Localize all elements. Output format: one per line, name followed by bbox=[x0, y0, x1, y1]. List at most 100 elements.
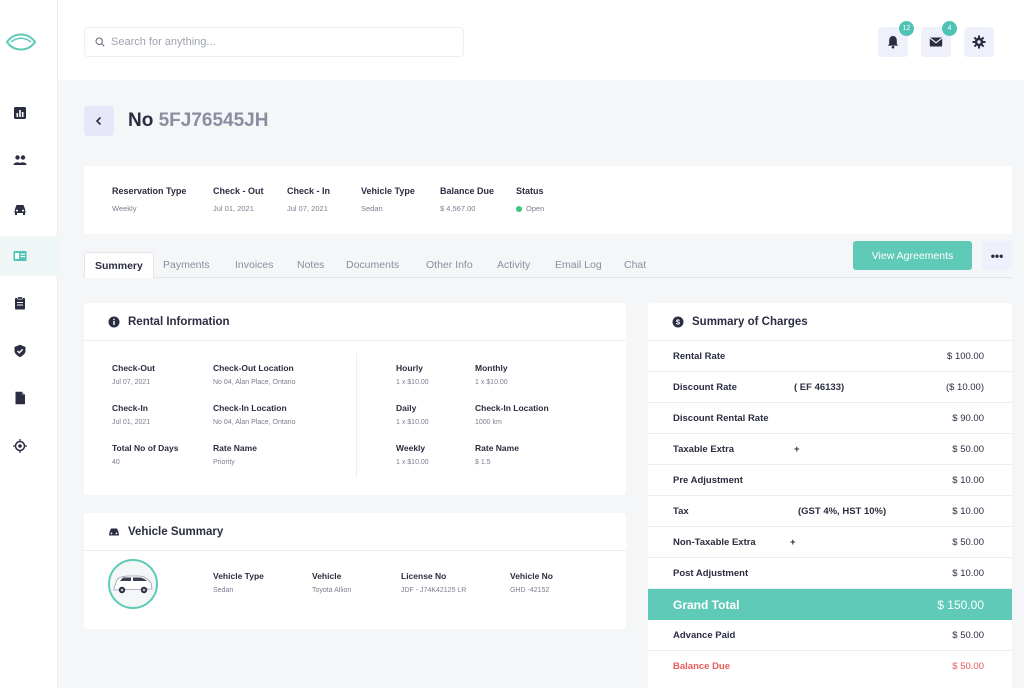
tab-summery[interactable]: Summery bbox=[84, 252, 154, 278]
tab-email-log[interactable]: Email Log bbox=[545, 252, 612, 278]
field-value: 1 x $10.00 bbox=[396, 379, 429, 386]
rental-field: Rate Name Priority bbox=[213, 443, 257, 466]
status-dot-icon bbox=[516, 205, 522, 212]
rental-field: Check-In Jul 01, 2021 bbox=[112, 403, 150, 426]
vehicle-image bbox=[113, 575, 153, 594]
field-value: 40 bbox=[112, 459, 120, 466]
nav-dashboard[interactable] bbox=[0, 93, 58, 133]
title-prefix: No bbox=[128, 110, 154, 131]
charge-amount: $ 90.00 bbox=[952, 412, 984, 424]
search-box[interactable] bbox=[84, 27, 464, 57]
field-value: No 04, Alan Place, Ontario bbox=[213, 379, 296, 386]
field-label: Vehicle bbox=[312, 571, 342, 581]
info-value: Jul 07, 2021 bbox=[287, 204, 328, 213]
tab-activity[interactable]: Activity bbox=[487, 252, 540, 278]
clipboard-icon bbox=[15, 296, 25, 310]
rental-field: Daily 1 x $10.00 bbox=[396, 403, 429, 426]
charge-label: Non-Taxable Extra bbox=[673, 536, 756, 548]
view-agreements-button[interactable]: View Agreements bbox=[853, 241, 972, 270]
field-value: GHD -42152 bbox=[510, 587, 550, 594]
mail-icon bbox=[929, 37, 943, 47]
charge-label: Tax bbox=[673, 505, 689, 517]
rental-field: Check-In Location No 04, Alan Place, Onta… bbox=[213, 403, 296, 426]
charge-amount: $ 100.00 bbox=[947, 350, 984, 362]
settings-button[interactable] bbox=[964, 27, 994, 57]
charge-row-advance-paid: Advance Paid $ 50.00 bbox=[648, 620, 1012, 651]
more-options-button[interactable]: ••• bbox=[982, 241, 1012, 270]
vehicle-field: Vehicle No GHD -42152 bbox=[510, 571, 553, 594]
tab-invoices[interactable]: Invoices bbox=[225, 252, 284, 278]
nav-insurance[interactable] bbox=[0, 331, 58, 371]
info-status: Status Open bbox=[516, 186, 544, 213]
shield-check-icon bbox=[14, 344, 26, 358]
charge-label: Rental Rate bbox=[673, 350, 726, 362]
notifications-button[interactable]: 12 bbox=[878, 21, 914, 57]
sidebar bbox=[0, 0, 58, 688]
field-label: Weekly bbox=[396, 443, 426, 453]
field-label: License No bbox=[401, 571, 447, 581]
info-value: Jul 01, 2021 bbox=[213, 204, 254, 213]
charge-label: Discount Rate bbox=[673, 381, 737, 393]
nav-vehicles[interactable] bbox=[0, 189, 58, 229]
nav-locations[interactable] bbox=[0, 426, 58, 466]
field-value: Toyota Allion bbox=[312, 587, 352, 594]
field-label: Hourly bbox=[396, 363, 423, 373]
info-check-in: Check - In Jul 07, 2021 bbox=[287, 186, 330, 213]
charge-note: (GST 4%, HST 10%) bbox=[798, 505, 887, 517]
tab-payments[interactable]: Payments bbox=[153, 252, 220, 278]
info-value: $ 4,567.00 bbox=[440, 204, 476, 213]
search-icon bbox=[95, 37, 105, 47]
notifications-count-badge: 12 bbox=[899, 21, 914, 36]
charges-header: $ Summary of Charges bbox=[648, 303, 1012, 341]
vehicle-summary-card: Vehicle Summary Vehicle Type Sedan Vehicl… bbox=[84, 513, 626, 629]
tab-chat[interactable]: Chat bbox=[614, 252, 656, 278]
target-icon bbox=[13, 439, 27, 453]
messages-count-badge: 4 bbox=[942, 21, 957, 36]
nav-customers[interactable] bbox=[0, 140, 58, 180]
charge-label: Pre Adjustment bbox=[673, 474, 743, 486]
charge-label: Grand Total bbox=[673, 597, 740, 612]
field-label: Rate Name bbox=[475, 443, 519, 453]
charge-row-balance-due: Balance Due $ 50.00 bbox=[648, 651, 1012, 682]
charge-row-discount-rate: Discount Rate ( EF 46133) ($ 10.00) bbox=[648, 372, 1012, 403]
dollar-icon: $ bbox=[672, 316, 684, 327]
nav-documents[interactable] bbox=[0, 378, 58, 418]
charge-amount: $ 150.00 bbox=[937, 597, 984, 612]
field-value: Jul 07, 2021 bbox=[112, 379, 151, 386]
charge-row-pre-adjustment: Pre Adjustment $ 10.00 bbox=[648, 465, 1012, 496]
charge-row-grand-total: Grand Total $ 150.00 bbox=[648, 589, 1012, 620]
users-icon bbox=[13, 155, 27, 165]
field-value: 1 x $10.00 bbox=[396, 459, 429, 466]
tab-other-info[interactable]: Other Info bbox=[416, 252, 483, 278]
rental-information-header: Rental Information bbox=[84, 303, 626, 341]
charge-note: ( EF 46133) bbox=[794, 381, 845, 393]
tab-notes[interactable]: Notes bbox=[287, 252, 334, 278]
document-icon bbox=[15, 391, 25, 405]
page-title: No 5FJ76545JH bbox=[128, 110, 268, 132]
vehicle-avatar bbox=[108, 559, 158, 609]
field-label: Total No of Days bbox=[112, 443, 179, 453]
search-input[interactable] bbox=[111, 36, 451, 48]
messages-button[interactable]: 4 bbox=[921, 21, 957, 57]
charge-label: Post Adjustment bbox=[673, 567, 749, 579]
back-button[interactable] bbox=[84, 106, 114, 136]
field-value: 1 x $10.00 bbox=[475, 379, 508, 386]
charge-note: + bbox=[794, 443, 800, 455]
logo-icon[interactable] bbox=[4, 28, 38, 56]
reservation-info-strip: Reservation Type Weekly Check - Out Jul … bbox=[84, 166, 1012, 234]
charge-row-rental-rate: Rental Rate $ 100.00 bbox=[648, 341, 1012, 372]
nav-agreements[interactable] bbox=[0, 283, 58, 323]
nav-reservations[interactable] bbox=[0, 236, 58, 276]
vehicle-field: Vehicle Toyota Allion bbox=[312, 571, 351, 594]
summary-of-charges-card: $ Summary of Charges Rental Rate $ 100.00… bbox=[648, 303, 1012, 688]
tab-documents[interactable]: Documents bbox=[336, 252, 409, 278]
charge-amount: $ 50.00 bbox=[952, 536, 984, 548]
rental-field: Monthly 1 x $10.00 bbox=[475, 363, 508, 386]
rental-field: Check-Out Location No 04, Alan Place, Ont… bbox=[213, 363, 296, 386]
field-value: Priority bbox=[213, 459, 235, 466]
rental-information-card: Rental Information Check-Out Jul 07, 2021… bbox=[84, 303, 626, 495]
field-value: Jul 01, 2021 bbox=[112, 419, 151, 426]
info-icon bbox=[108, 316, 120, 327]
field-label: Vehicle No bbox=[510, 571, 553, 581]
field-value: JDF - J74K42125 LR bbox=[401, 587, 467, 594]
